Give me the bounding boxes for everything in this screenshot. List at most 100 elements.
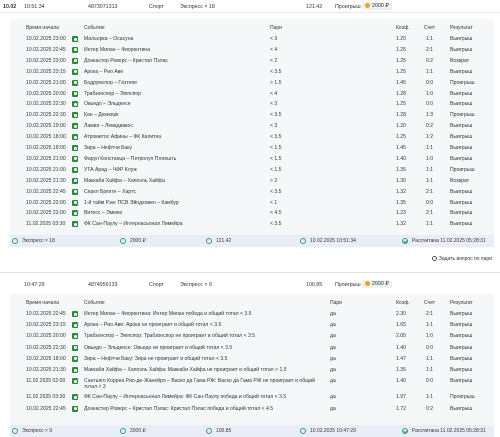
row-score: 1:3 [426,112,434,119]
row-score: 2:1 [426,188,434,195]
row-score: 1:0 [426,90,434,97]
bet-amount-badge: 2000 ₽ [362,2,392,10]
football-icon [72,344,78,351]
row-result: Выигрыш [450,355,473,362]
football-icon [72,112,78,119]
row-event: Интер Милан – Фиорентина [84,46,151,53]
bet-status: Проигрыш [335,282,361,288]
footer-express: Экспресс × 9 [22,428,53,434]
bet-id: 4873071313 [88,4,118,10]
card-footer: Экспресс × 9 2000 ₽ 100.85 10.02.2025 10… [10,425,494,437]
bet-summary-strip-2[interactable]: 10:47:29 4874959133 Спорт Экспресс × 9 1… [0,278,500,291]
row-bet: < 1.5 [270,155,282,162]
football-icon [72,333,78,340]
row-score: 0:0 [426,378,434,385]
row-event: Бодрумспор – Гёзтепе [84,79,138,86]
football-icon [72,405,78,412]
row-coef: 1.23 [396,210,406,217]
bet-summary-strip-1[interactable]: 10.02 10:51:34 4873071313 Спорт Экспресс… [0,0,500,13]
row-bet: < 1.5 [270,166,282,173]
row-event: Маккаби Хайфа – Хапоэль Хайфа [84,177,165,184]
wallet-icon [120,238,126,244]
row-bet: < 3 [270,36,278,42]
row-result: Выигрыш [450,101,473,108]
row-event: Кан – Дюнкерк [84,112,119,119]
footer-placed: 10.02.2025 10:47:29 [310,428,356,434]
row-score: 1:0 [426,333,434,340]
bet-type: Экспресс × 9 [180,282,212,288]
bet-sport: Спорт [149,282,164,288]
col-start: Время начала [26,300,59,306]
row-coef: 1.40 [396,344,406,351]
row-score: 0:2 [426,123,434,130]
bet-time: 10:51:34 [24,4,45,10]
row-start-time: 10.02.2025 21:00 [26,155,66,162]
row-coef: 2.05 [396,333,406,340]
row-start-time: 10.02.2025 23:00 [26,57,66,64]
row-result: Выигрыш [450,344,473,351]
bet-time: 10:47:29 [24,282,45,288]
football-icon [72,177,78,184]
card-footer: Экспресс × 18 2000 ₽ 121.42 10.02.2025 1… [10,235,494,247]
divider [0,272,500,273]
football-icon [72,199,78,206]
ask-question-link[interactable]: Задать вопрос по пари [431,256,492,262]
express-icon [12,428,18,434]
row-score: 1:1 [426,68,434,75]
col-bet: Пари [330,300,342,306]
coin-icon [365,281,370,287]
row-event: Ламия – Левадиакос [84,123,133,130]
express-icon [12,238,18,244]
row-result: Выигрыш [450,199,473,206]
row-event: Сантьяго Корреа Рио-де-Жанейро – Васко д… [84,378,316,391]
row-coef: 1.32 [396,221,406,228]
bet-amount: 2000 ₽ [372,281,389,287]
football-icon [72,378,78,385]
row-bet: < 3 [270,101,278,108]
row-start-time: 10.02.2025 22:30 [26,344,66,351]
row-bet: < 3.5 [270,221,282,228]
footer-amount: 2000 ₽ [130,428,146,434]
row-event: Арока – Рио Аве [84,68,124,75]
row-bet: да [330,378,336,385]
row-bet: < 3.5 [270,188,282,195]
row-bet: да [330,405,336,412]
row-score: 0:0 [426,101,434,108]
row-event: Арока – Рио Аве: Арока не проиграет и об… [84,322,222,329]
footer-settled: Рассчитана 11.02.2025 05:28:31 [412,238,486,244]
football-icon [72,134,78,141]
row-coef: 1.35 [396,166,406,173]
row-result: Выигрыш [450,405,473,412]
row-result: Выигрыш [450,333,473,340]
col-coef: Коэф. [396,25,410,31]
row-start-time: 10.02.2025 22:45 [26,405,66,412]
bet-amount: 2000 ₽ [372,3,389,9]
football-icon [72,188,78,195]
row-result: Возврат [450,177,470,184]
row-score: 1:1 [426,367,434,373]
row-score: 1:1 [426,221,434,228]
row-event: Атромитос Афины – ФК Калитеа [84,134,162,141]
row-start-time: 10.02.2025 22:30 [26,112,66,119]
football-icon [72,166,78,173]
row-result: Выигрыш [450,188,473,195]
row-bet: да [330,355,336,362]
row-result: Возврат [450,57,470,64]
row-event: 1-й тайм Рэнг ПСВ Эйндховен – Камбур [84,199,179,206]
row-start-time: 10.02.2025 19:00 [26,123,66,130]
row-event: Мальорка – Осасуна [84,36,134,42]
row-score: 2:1 [426,46,434,53]
row-coef: 1.32 [396,188,406,195]
row-start-time: 10.02.2025 23:15 [26,322,66,329]
row-coef: 1.25 [396,57,406,64]
row-start-time: 10.02.2025 23:15 [26,68,66,75]
row-start-time: 10.02.2025 21:30 [26,177,66,184]
coef-icon [206,428,212,434]
row-result: Выигрыш [450,123,473,130]
row-result: Проигрыш [450,112,475,119]
row-event: Донкастер Роверс – Кристал Пэлас: Криста… [84,405,274,412]
row-start-time: 10.02.2025 22:00 [26,210,66,217]
clock-icon [300,428,306,434]
row-score: 0:0 [426,199,434,206]
row-score: 0:2 [426,57,434,64]
